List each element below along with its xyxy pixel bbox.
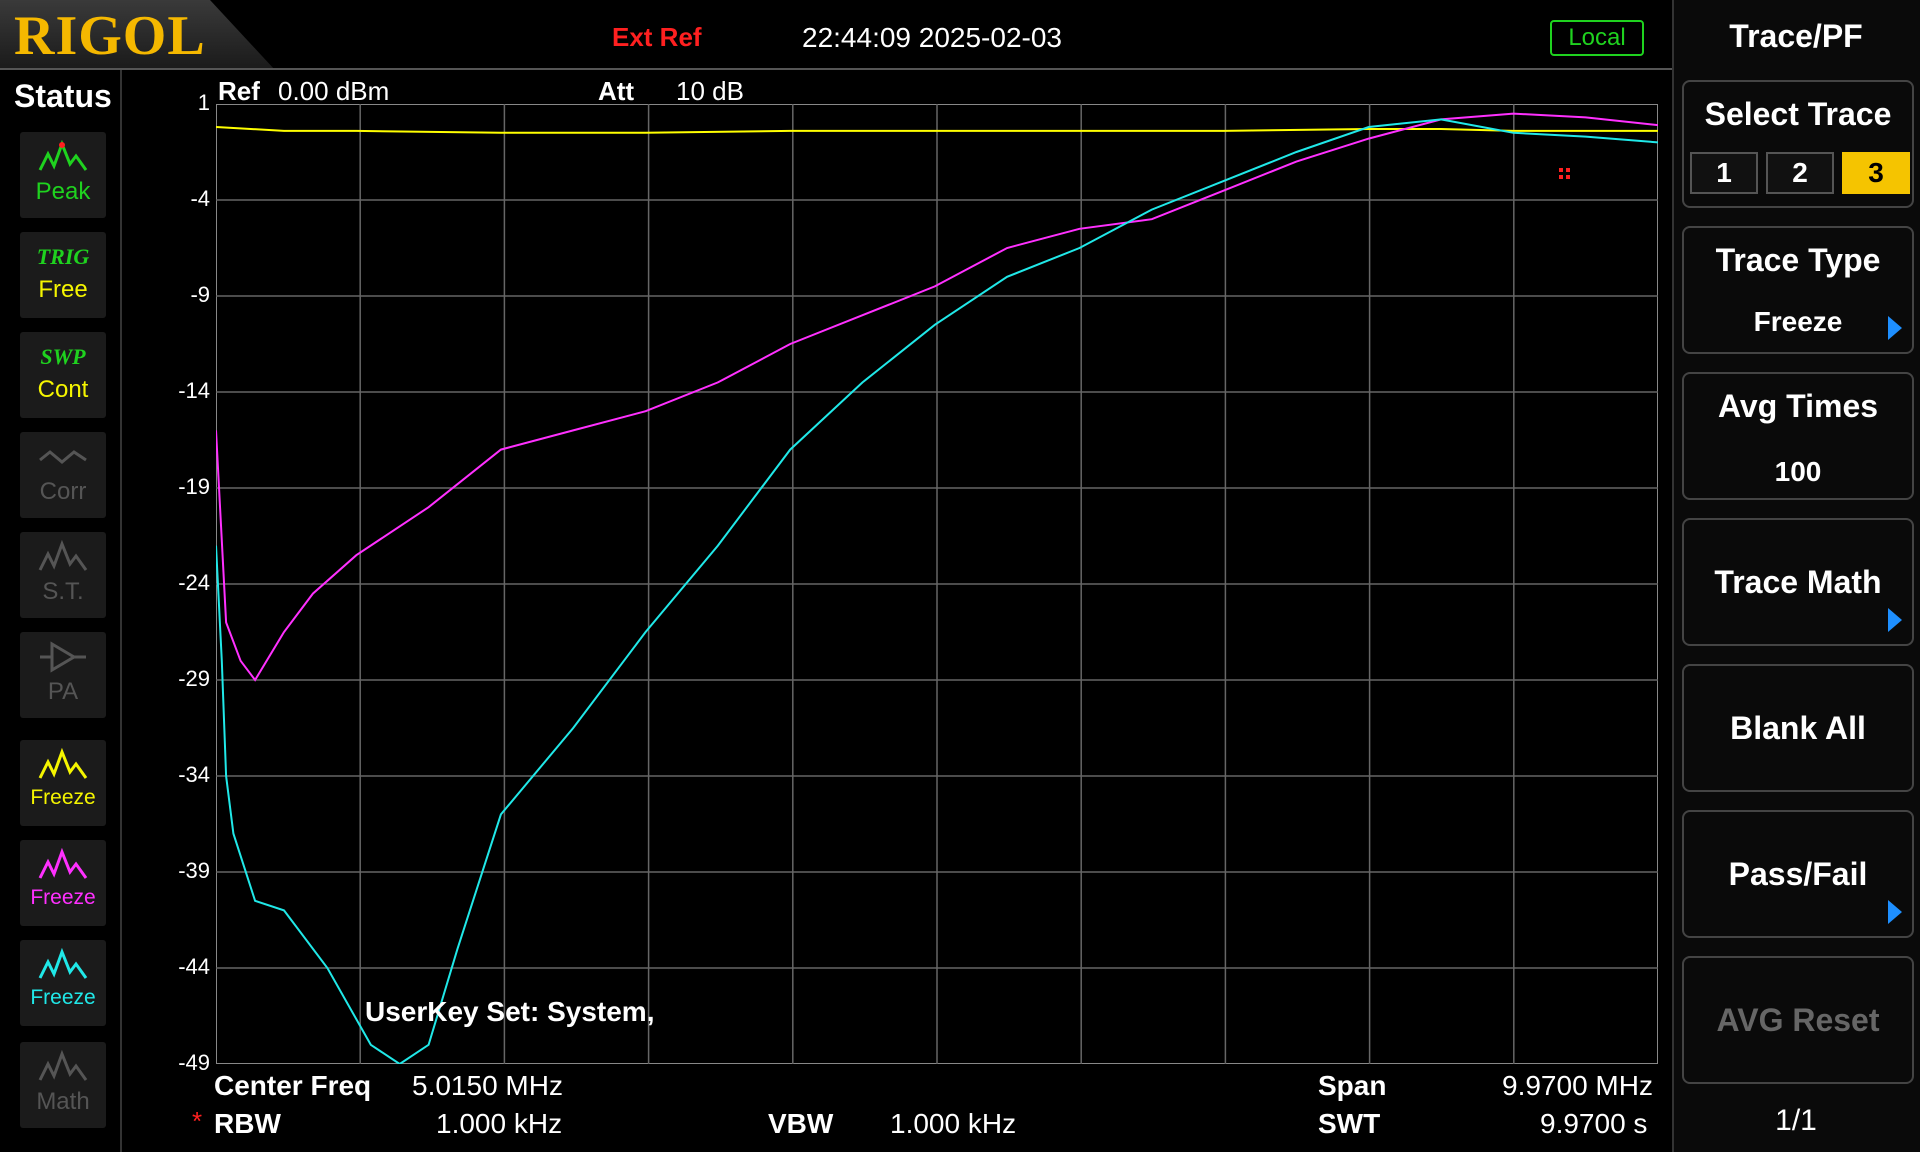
datetime: 22:44:09 2025-02-03	[802, 22, 1062, 53]
logo-text: RIGOL	[14, 5, 206, 67]
status-label: Freeze	[30, 986, 96, 1009]
status-label: Freeze	[30, 886, 96, 909]
swt-value: 9.9700 s	[1540, 1108, 1648, 1139]
status-label: Freeze	[30, 786, 96, 809]
softkey-label: Pass/Fail	[1728, 856, 1868, 892]
y-tick-label: -44	[178, 954, 210, 979]
status-label: S.T.	[42, 578, 84, 605]
corr-icon	[39, 450, 87, 464]
status-label: Free	[38, 276, 88, 303]
y-tick-label: -14	[178, 378, 210, 403]
y-tick-label: -49	[178, 1050, 210, 1075]
softkey-label: Blank All	[1730, 710, 1866, 746]
status-label: Peak	[35, 178, 91, 205]
status-label: PA	[47, 678, 79, 705]
att-value: 10 dB	[676, 76, 744, 106]
status-tag: SWP	[40, 344, 86, 369]
swt-label: SWT	[1318, 1108, 1381, 1139]
rbw-label: RBW	[214, 1108, 281, 1139]
span-label: Span	[1318, 1070, 1387, 1101]
status-corr-button[interactable]: Corr	[20, 432, 106, 518]
st-icon	[38, 540, 88, 571]
pass-fail-key[interactable]: Pass/Fail	[1682, 810, 1914, 938]
y-tick-label: -4	[190, 186, 210, 211]
status-label: Math	[36, 1088, 90, 1115]
peak-icon	[38, 140, 88, 171]
softkey-label: Select Trace	[1704, 96, 1892, 132]
softkey-value: 100	[1774, 456, 1822, 487]
rigol-logo: RIGOL	[0, 0, 275, 70]
status-peak-button[interactable]: Peak	[20, 132, 106, 218]
vbw-value: 1.000 kHz	[890, 1108, 1017, 1139]
submenu-arrow-icon	[1888, 900, 1902, 924]
status-math-button[interactable]: Math	[20, 1042, 106, 1128]
rbw-manual-marker: *	[192, 1106, 203, 1136]
local-mode-badge: Local	[1550, 20, 1644, 56]
submenu-arrow-icon	[1888, 608, 1902, 632]
status-pa-button[interactable]: PA	[20, 632, 106, 718]
center-freq-value: 5.0150 MHz	[412, 1070, 563, 1101]
status-st-button[interactable]: S.T.	[20, 532, 106, 618]
y-tick-label: -34	[178, 762, 210, 787]
ext-ref-indicator: Ext Ref	[612, 22, 702, 52]
status-trace2-button[interactable]: Freeze	[20, 840, 106, 926]
y-tick-label: -9	[190, 282, 210, 307]
ref-value: 0.00 dBm	[278, 76, 390, 106]
trace-2-button[interactable]: 2	[1766, 152, 1834, 194]
avg-reset-key[interactable]: AVG Reset	[1682, 956, 1914, 1084]
trace1-icon	[38, 748, 88, 779]
trace-3-button[interactable]: 3	[1842, 152, 1910, 194]
pa-icon	[40, 641, 86, 673]
softkey-label: AVG Reset	[1716, 1002, 1880, 1038]
softkey-label: Trace Math	[1714, 564, 1882, 600]
status-label: Cont	[37, 376, 89, 403]
y-tick-label: -29	[178, 666, 210, 691]
trace2-icon	[38, 848, 88, 879]
vbw-label: VBW	[768, 1108, 834, 1139]
spectrum-plot[interactable]	[216, 104, 1658, 1064]
page-indicator: 1/1	[1775, 1104, 1817, 1137]
y-tick-label: -19	[178, 474, 210, 499]
status-trace3-button[interactable]: Freeze	[20, 940, 106, 1026]
center-freq-label: Center Freq	[214, 1070, 372, 1101]
rbw-value: 1.000 kHz	[436, 1108, 563, 1139]
ref-label: Ref	[218, 76, 260, 106]
softkey-label: Trace Type	[1715, 242, 1881, 278]
softkey-value: Freeze	[1753, 306, 1843, 337]
y-tick-label: 1	[197, 90, 210, 115]
trace3-icon	[38, 948, 88, 979]
status-tag: TRIG	[36, 244, 90, 269]
submenu-arrow-icon	[1888, 316, 1902, 340]
y-tick-label: -39	[178, 858, 210, 883]
trace-1-button[interactable]: 1	[1690, 152, 1758, 194]
userkey-message: UserKey Set: System,	[365, 996, 655, 1027]
status-label: Corr	[39, 478, 87, 505]
header-divider	[0, 68, 1672, 70]
status-trig-button[interactable]: TRIG Free	[20, 232, 106, 318]
trace-type-key[interactable]: Trace Type Freeze	[1682, 226, 1914, 354]
att-label: Att	[598, 76, 635, 106]
softkey-label: Avg Times	[1717, 388, 1879, 424]
status-swp-button[interactable]: SWP Cont	[20, 332, 106, 418]
trace-math-key[interactable]: Trace Math	[1682, 518, 1914, 646]
y-tick-label: -24	[178, 570, 210, 595]
math-icon	[38, 1050, 88, 1081]
avg-times-key[interactable]: Avg Times 100	[1682, 372, 1914, 500]
status-trace1-button[interactable]: Freeze	[20, 740, 106, 826]
menu-title: Trace/PF	[1729, 18, 1863, 54]
status-title: Status	[14, 78, 112, 114]
span-value: 9.9700 MHz	[1502, 1070, 1653, 1101]
blank-all-key[interactable]: Blank All	[1682, 664, 1914, 792]
